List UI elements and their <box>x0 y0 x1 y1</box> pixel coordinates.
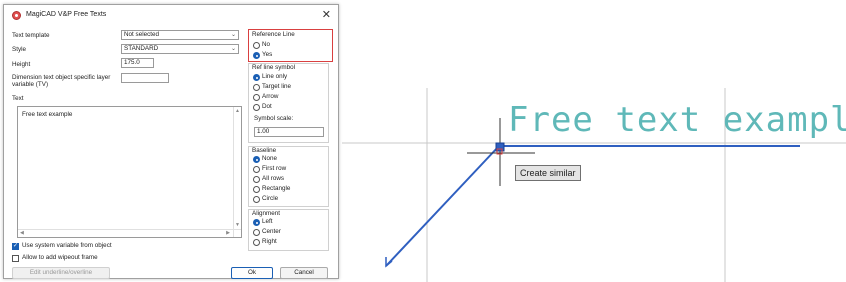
radio-unselected-icon[interactable] <box>253 104 260 111</box>
scroll-down-icon[interactable]: ▼ <box>235 222 240 228</box>
symbol-scale-input[interactable]: 1.00 <box>254 127 324 137</box>
text-label: Text <box>12 95 24 102</box>
radio-unselected-icon[interactable] <box>253 229 260 236</box>
dimension-variable-label: Dimension text object specific layer var… <box>12 74 111 88</box>
leader-line[interactable] <box>385 145 500 267</box>
radio-unselected-icon[interactable] <box>253 239 260 246</box>
alignment-group: Alignment Left Center Right <box>248 209 329 251</box>
radio-unselected-icon[interactable] <box>253 186 260 193</box>
radio-unselected-icon[interactable] <box>253 94 260 101</box>
baseline-none-label: None <box>262 155 278 162</box>
checkbox-unchecked-icon[interactable] <box>12 255 19 262</box>
baseline-group: Baseline None First row All rows Rectang… <box>248 146 329 207</box>
height-label: Height <box>12 61 31 68</box>
alignment-title: Alignment <box>252 210 281 217</box>
symbol-line-only-label: Line only <box>262 73 288 80</box>
ref-line-symbol-title: Ref line symbol <box>252 64 296 71</box>
free-texts-dialog: MagiCAD V&P Free Texts ✕ Text template N… <box>3 4 339 279</box>
baseline-title: Baseline <box>252 147 277 154</box>
dialog-titlebar: MagiCAD V&P Free Texts ✕ <box>4 5 338 25</box>
close-icon[interactable]: ✕ <box>322 8 331 21</box>
chevron-down-icon: ⌄ <box>230 46 236 52</box>
vertical-scrollbar[interactable]: ▲ ▼ <box>233 107 241 237</box>
height-input[interactable]: 175.0 <box>121 58 154 68</box>
radio-unselected-icon[interactable] <box>253 176 260 183</box>
symbol-scale-label: Symbol scale: <box>254 115 294 122</box>
text-area-content[interactable]: Free text example <box>22 111 72 118</box>
checkbox-checked-icon[interactable] <box>12 242 19 250</box>
text-template-select[interactable]: Not selected ⌄ <box>121 30 239 40</box>
allow-wipeout-label: Allow to add wipeout frame <box>22 254 98 261</box>
style-select[interactable]: STANDARD ⌄ <box>121 44 239 54</box>
style-label: Style <box>12 46 26 53</box>
symbol-target-line-label: Target line <box>262 83 292 90</box>
chevron-down-icon: ⌄ <box>230 32 236 38</box>
scroll-left-icon[interactable]: ◀ <box>20 230 24 236</box>
scroll-right-icon[interactable]: ▶ <box>226 230 230 236</box>
radio-unselected-icon[interactable] <box>253 196 260 203</box>
baseline-first-row-label: First row <box>262 165 287 172</box>
radio-selected-icon[interactable] <box>253 74 260 81</box>
text-template-label: Text template <box>12 32 50 39</box>
symbol-arrow-label: Arrow <box>262 93 279 100</box>
alignment-left-label: Left <box>262 218 273 225</box>
cad-canvas[interactable]: Free text example Create similar <box>342 0 846 282</box>
radio-unselected-icon[interactable] <box>253 84 260 91</box>
text-area[interactable]: Free text example ▲ ▼ ◀ ▶ <box>17 106 242 238</box>
create-similar-tooltip: Create similar <box>515 165 581 181</box>
edit-underline-button[interactable]: Edit underline/overline <box>12 267 110 279</box>
radio-unselected-icon[interactable] <box>253 166 260 173</box>
ref-line-symbol-group: Ref line symbol Line only Target line Ar… <box>248 63 329 143</box>
baseline-all-rows-label: All rows <box>262 175 285 182</box>
style-value: STANDARD <box>124 45 159 52</box>
magicad-logo-icon <box>12 11 21 20</box>
text-template-value: Not selected <box>124 31 160 38</box>
reference-line-highlight <box>248 29 333 62</box>
horizontal-scrollbar[interactable]: ◀ ▶ <box>18 229 241 237</box>
alignment-center-label: Center <box>262 228 281 235</box>
ok-button[interactable]: Ok <box>231 267 273 279</box>
baseline-circle-label: Circle <box>262 195 279 202</box>
alignment-right-label: Right <box>262 238 277 245</box>
dimension-variable-input[interactable] <box>121 73 169 83</box>
radio-selected-icon[interactable] <box>253 219 260 226</box>
dialog-title: MagiCAD V&P Free Texts <box>26 11 107 18</box>
baseline-rectangle-label: Rectangle <box>262 185 291 192</box>
use-system-variable-label: Use system variable from object <box>22 242 112 249</box>
cad-drawing <box>342 88 846 282</box>
radio-selected-icon[interactable] <box>253 156 260 163</box>
symbol-dot-label: Dot <box>262 103 272 110</box>
free-text-preview[interactable]: Free text example <box>508 100 846 140</box>
cancel-button[interactable]: Cancel <box>280 267 328 279</box>
scroll-up-icon[interactable]: ▲ <box>235 108 240 114</box>
